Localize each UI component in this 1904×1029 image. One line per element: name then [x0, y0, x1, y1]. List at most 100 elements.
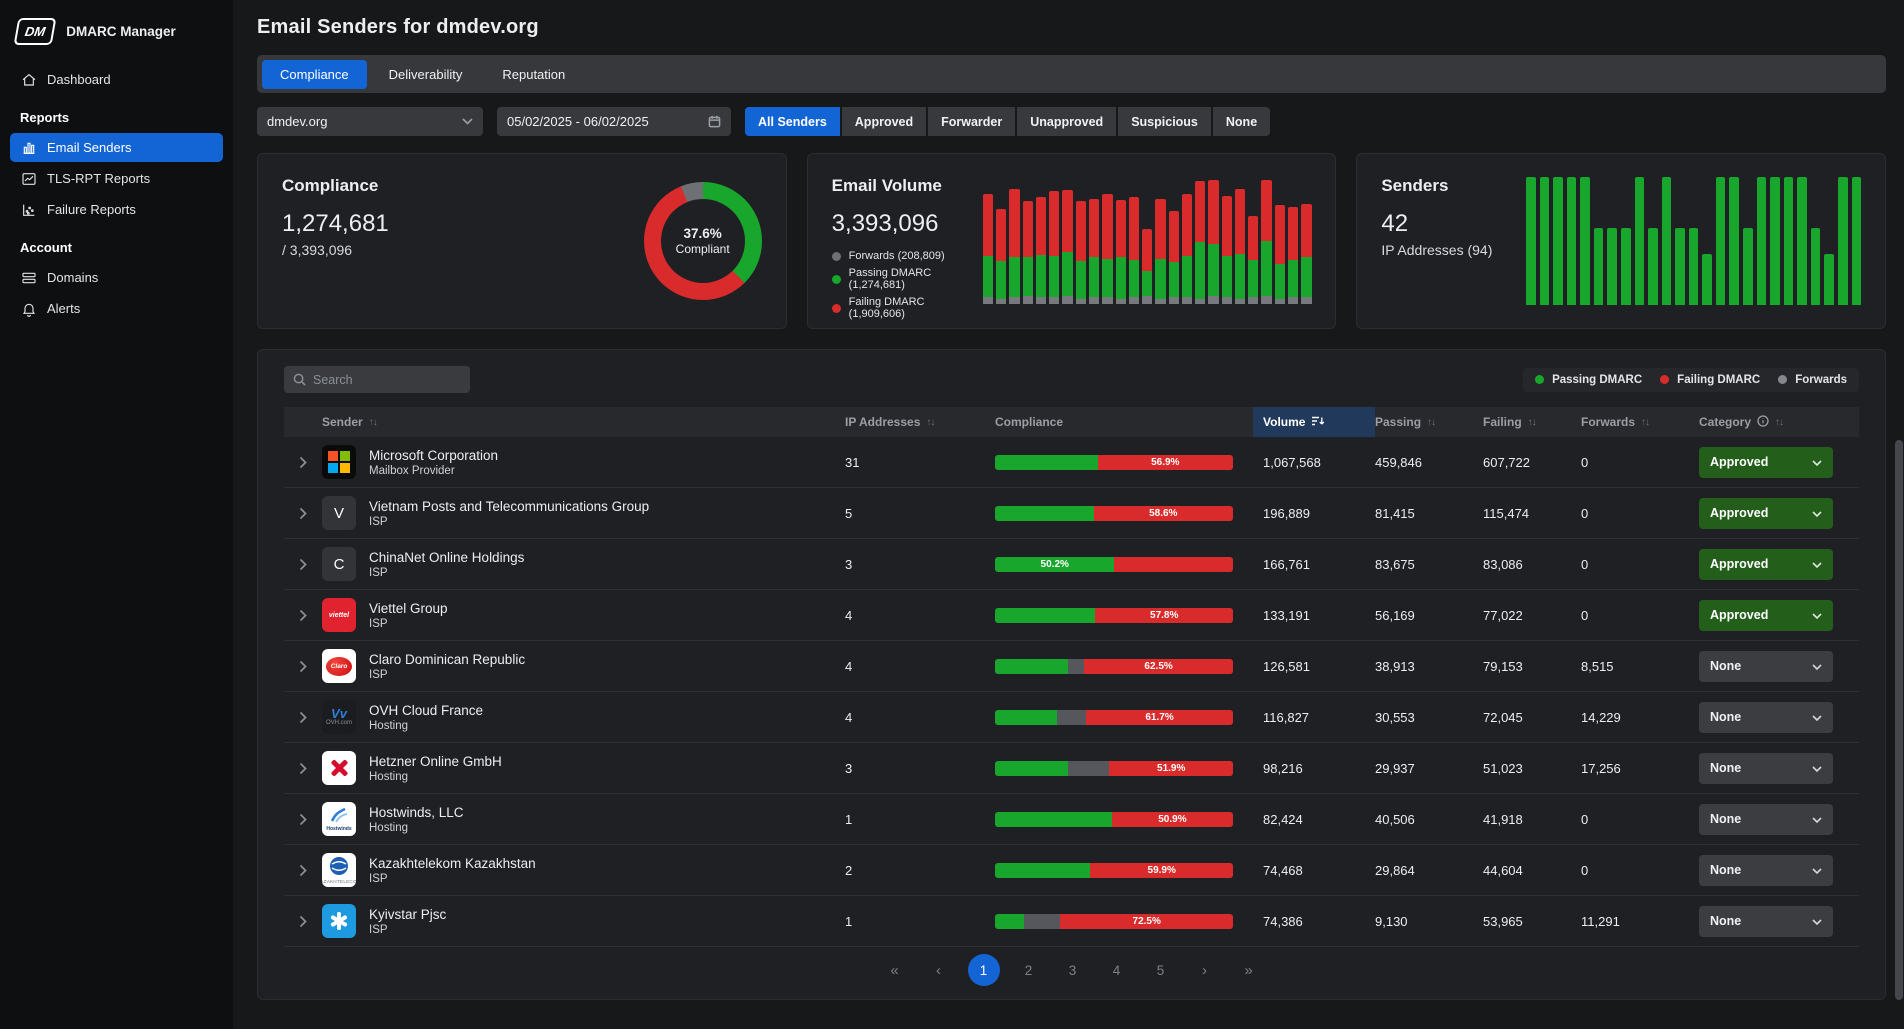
category-dropdown[interactable]: None — [1699, 702, 1833, 733]
filter-all-senders[interactable]: All Senders — [745, 107, 840, 136]
filter-approved[interactable]: Approved — [842, 107, 926, 136]
table-row-ovh-cloud-france[interactable]: VvOVH.comOVH Cloud FranceHosting461.7%11… — [284, 692, 1859, 743]
tab-deliverability[interactable]: Deliverability — [371, 60, 481, 89]
sender-name: Kazakhtelekom Kazakhstan — [369, 856, 536, 871]
volume-value: 116,827 — [1263, 710, 1375, 725]
compliance-bar-segment-failing: 61.7% — [1086, 710, 1233, 725]
date-range-picker[interactable]: 05/02/2025 - 06/02/2025 — [497, 107, 731, 136]
table-row-kazakhtelekom-kazakhstan[interactable]: KAZAKHTELECOMKazakhtelekom KazakhstanISP… — [284, 845, 1859, 896]
volume-bar-segment-passing-dmarc — [983, 256, 993, 297]
sidebar-item-email-senders[interactable]: Email Senders — [10, 133, 223, 162]
volume-bar-segment-passing-dmarc — [1195, 242, 1205, 298]
pagination-last[interactable]: » — [1234, 955, 1264, 985]
legend-dot-icon — [1660, 375, 1669, 384]
category-dropdown[interactable]: Approved — [1699, 447, 1833, 478]
sidebar-item-domains[interactable]: Domains — [10, 263, 223, 292]
pagination-next[interactable]: › — [1190, 955, 1220, 985]
pagination-page-1[interactable]: 1 — [968, 954, 1000, 986]
column-header-forwards[interactable]: Forwards↑↓ — [1581, 407, 1699, 437]
expand-row-button[interactable] — [284, 558, 322, 571]
expand-row-button[interactable] — [284, 609, 322, 622]
expand-row-button[interactable] — [284, 711, 322, 724]
category-dropdown[interactable]: Approved — [1699, 549, 1833, 580]
email-volume-chart — [983, 179, 1311, 304]
failing-value: 79,153 — [1483, 659, 1581, 674]
pagination-prev[interactable]: ‹ — [924, 955, 954, 985]
column-header-ip-addresses[interactable]: IP Addresses↑↓ — [845, 407, 995, 437]
category-dropdown[interactable]: None — [1699, 651, 1833, 682]
column-header-failing[interactable]: Failing↑↓ — [1483, 407, 1581, 437]
compliance-percentage: 50.2% — [1041, 559, 1069, 570]
filter-none[interactable]: None — [1213, 107, 1270, 136]
search-input[interactable] — [313, 373, 461, 387]
expand-row-button[interactable] — [284, 813, 322, 826]
volume-bar-segment-failing-dmarc — [996, 209, 1006, 262]
column-header-compliance[interactable]: Compliance — [995, 407, 1263, 437]
sidebar-item-alerts[interactable]: Alerts — [10, 294, 223, 323]
tab-compliance[interactable]: Compliance — [262, 60, 367, 89]
category-dropdown[interactable]: None — [1699, 906, 1833, 937]
filter-unapproved[interactable]: Unapproved — [1017, 107, 1116, 136]
volume-bar-segment-failing-dmarc — [1009, 189, 1019, 258]
column-header-volume[interactable]: Volume — [1253, 407, 1375, 437]
category-dropdown[interactable]: None — [1699, 855, 1833, 886]
volume-bar-segment-passing-dmarc — [1155, 259, 1165, 299]
table-row-chinanet-online-holdings[interactable]: CChinaNet Online HoldingsISP350.2%166,76… — [284, 539, 1859, 590]
volume-bar-segment-forwards — [1169, 297, 1179, 303]
compliance-card-title: Compliance — [282, 176, 389, 196]
table-row-kyivstar-pjsc[interactable]: Kyivstar PjscISP172.5%74,3869,13053,9651… — [284, 896, 1859, 947]
passing-value: 29,864 — [1375, 863, 1483, 878]
category-dropdown[interactable]: None — [1699, 753, 1833, 784]
table-row-claro-dominican-republic[interactable]: ClaroClaro Dominican RepublicISP462.5%12… — [284, 641, 1859, 692]
table-row-hostwinds-llc[interactable]: HostwindsHostwinds, LLCHosting150.9%82,4… — [284, 794, 1859, 845]
filter-suspicious[interactable]: Suspicious — [1118, 107, 1211, 136]
category-dropdown[interactable]: Approved — [1699, 600, 1833, 631]
expand-row-button[interactable] — [284, 915, 322, 928]
failing-value: 607,722 — [1483, 455, 1581, 470]
sidebar-item-dashboard[interactable]: Dashboard — [10, 65, 223, 94]
senders-bar — [1824, 254, 1834, 305]
category-dropdown[interactable]: None — [1699, 804, 1833, 835]
volume-bar-segment-passing-dmarc — [1248, 260, 1258, 298]
expand-row-button[interactable] — [284, 456, 322, 469]
pagination-page-5[interactable]: 5 — [1146, 955, 1176, 985]
volume-bar-segment-forwards — [1102, 297, 1112, 303]
chevron-down-icon — [462, 118, 473, 125]
compliance-percentage: 72.5% — [1133, 916, 1161, 927]
pagination-page-2[interactable]: 2 — [1014, 955, 1044, 985]
category-dropdown[interactable]: Approved — [1699, 498, 1833, 529]
expand-row-button[interactable] — [284, 762, 322, 775]
table-row-microsoft-corporation[interactable]: Microsoft CorporationMailbox Provider315… — [284, 437, 1859, 488]
compliance-percentage: 56.9% — [1151, 457, 1179, 468]
category-filter-group: All SendersApprovedForwarderUnapprovedSu… — [745, 107, 1270, 136]
filter-forwarder[interactable]: Forwarder — [928, 107, 1015, 136]
table-row-vietnam-posts-and-telecommunications-group[interactable]: VVietnam Posts and Telecommunications Gr… — [284, 488, 1859, 539]
pagination-page-4[interactable]: 4 — [1102, 955, 1132, 985]
table-row-viettel-group[interactable]: viettelViettel GroupISP457.8%133,19156,1… — [284, 590, 1859, 641]
category-value: None — [1710, 914, 1741, 928]
table-row-hetzner-online-gmbh[interactable]: Hetzner Online GmbHHosting351.9%98,21629… — [284, 743, 1859, 794]
compliance-cell: 72.5% — [995, 914, 1263, 929]
sidebar-item-label: Dashboard — [47, 72, 111, 87]
expand-row-button[interactable] — [284, 507, 322, 520]
tab-reputation[interactable]: Reputation — [484, 60, 583, 89]
summary-cards: Compliance 1,274,681 / 3,393,096 37.6% C… — [257, 153, 1886, 329]
vertical-scrollbar[interactable] — [1895, 440, 1903, 1000]
passing-value: 56,169 — [1375, 608, 1483, 623]
expand-row-button[interactable] — [284, 660, 322, 673]
expand-row-button[interactable] — [284, 864, 322, 877]
sender-type: ISP — [369, 669, 525, 681]
column-header-sender[interactable]: Sender↑↓ — [322, 407, 845, 437]
pagination-first[interactable]: « — [880, 955, 910, 985]
pagination-page-3[interactable]: 3 — [1058, 955, 1088, 985]
compliance-bar-segment-forwards — [1068, 659, 1084, 674]
sidebar-item-failure-reports[interactable]: Failure Reports — [10, 195, 223, 224]
column-header-category[interactable]: Category↑↓ — [1699, 407, 1859, 437]
volume-bar-segment-forwards — [1248, 297, 1258, 303]
compliance-percentage: 62.5% — [1144, 661, 1172, 672]
ip-addresses-value: 1 — [845, 914, 995, 929]
sidebar-item-tls-rpt-reports[interactable]: TLS-RPT Reports — [10, 164, 223, 193]
volume-bar — [996, 209, 1006, 304]
column-header-passing[interactable]: Passing↑↓ — [1375, 407, 1483, 437]
domain-select[interactable]: dmdev.org — [257, 107, 483, 136]
